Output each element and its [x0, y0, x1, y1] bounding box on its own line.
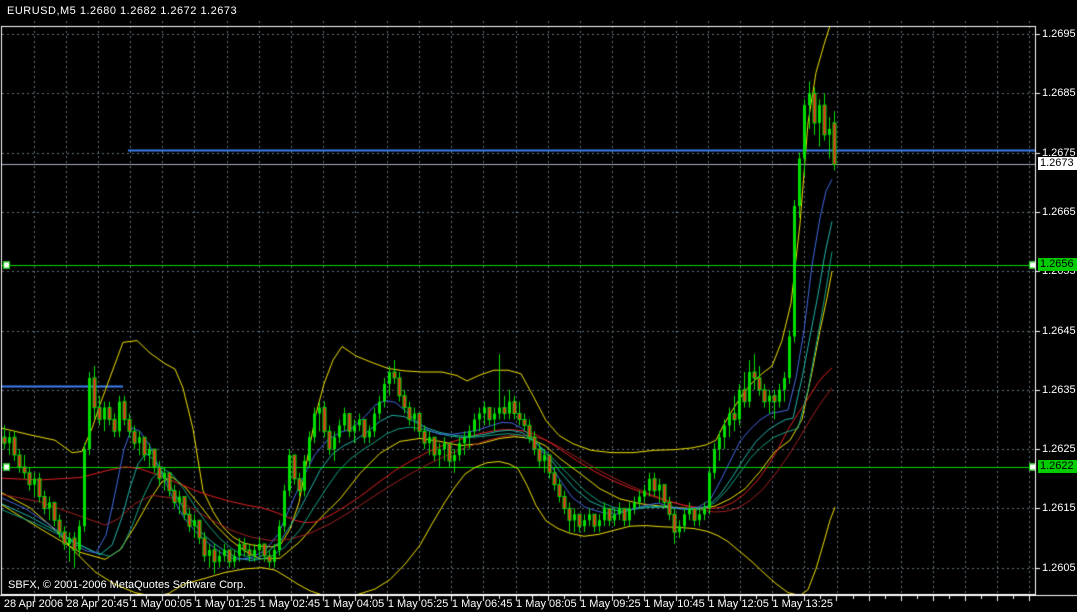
time-axis-label: 1 May 01:25 — [195, 598, 257, 610]
time-axis-label: 1 May 02:45 — [259, 598, 321, 610]
mt4-chart-window: EURUSD,M5 1.2680 1.2682 1.2672 1.2673 1.… — [0, 0, 1077, 612]
time-axis-label: 1 May 10:45 — [644, 598, 705, 610]
price-axis-label: 1.2605 — [1042, 562, 1076, 574]
time-axis-label: 1 May 04:05 — [323, 598, 385, 610]
time-axis-label: 1 May 08:05 — [516, 598, 577, 610]
time-axis-label: 1 May 05:25 — [387, 598, 449, 610]
current-price-badge: 1.2673 — [1038, 157, 1077, 170]
level-price-badge: 1.2622 — [1038, 460, 1077, 473]
price-axis-label: 1.2615 — [1042, 502, 1076, 514]
level-price-badge: 1.2656 — [1038, 258, 1077, 271]
time-axis-label: 1 May 13:25 — [772, 598, 833, 610]
time-axis-label: 1 May 09:25 — [580, 598, 641, 610]
chart-symbol-title: EURUSD,M5 1.2680 1.2682 1.2672 1.2673 — [7, 5, 238, 17]
price-axis-label: 1.2635 — [1042, 384, 1076, 396]
price-chart-canvas[interactable] — [0, 0, 1077, 612]
price-axis-label: 1.2695 — [1042, 28, 1076, 40]
copyright-text: SBFX, © 2001-2006 MetaQuotes Software Co… — [8, 579, 247, 591]
price-axis-label: 1.2665 — [1042, 206, 1076, 218]
time-axis-label: 1 May 12:05 — [708, 598, 769, 610]
time-axis-label: 28 Apr 2006 — [3, 598, 64, 610]
time-axis-label: 28 Apr 20:45 — [66, 598, 129, 610]
price-axis-label: 1.2625 — [1042, 443, 1076, 455]
price-axis-label: 1.2645 — [1042, 325, 1076, 337]
time-axis-label: 1 May 06:45 — [451, 598, 513, 610]
time-axis-label: 1 May 00:05 — [131, 598, 192, 610]
price-axis-label: 1.2685 — [1042, 87, 1076, 99]
